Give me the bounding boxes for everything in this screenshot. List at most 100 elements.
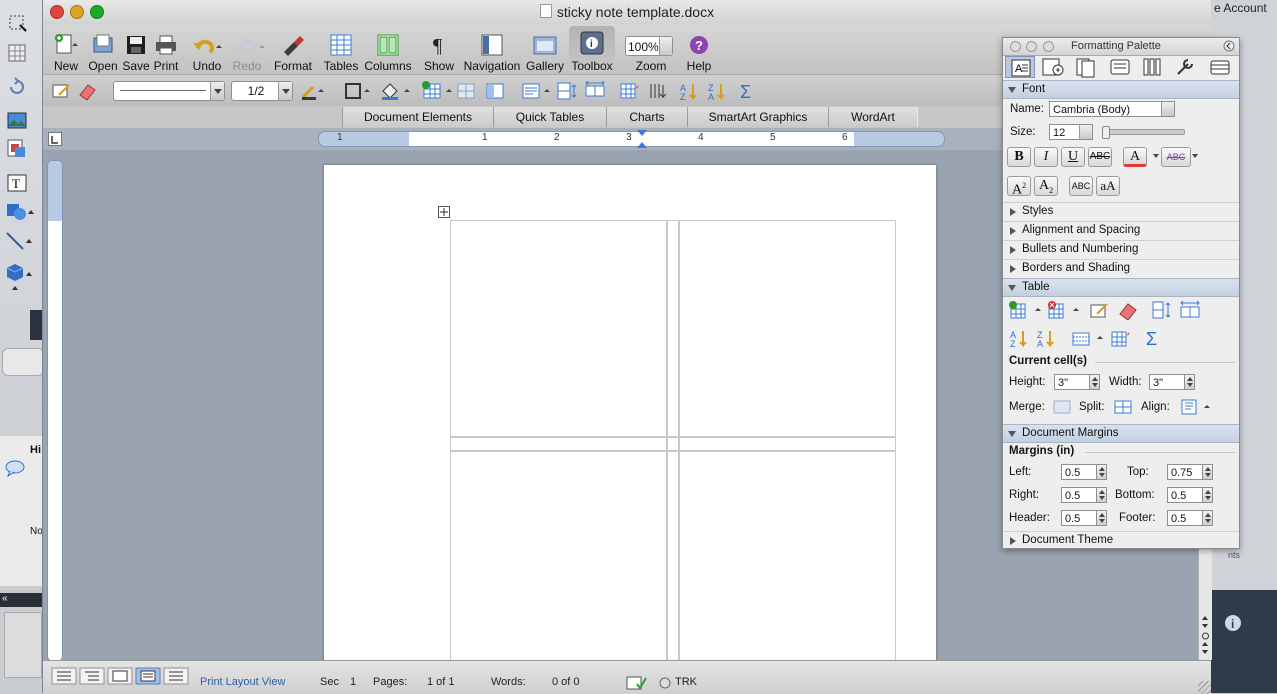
split-cells-icon[interactable] xyxy=(1114,400,1132,414)
palette-collapse-icon[interactable] xyxy=(1223,40,1235,52)
strikethrough-button[interactable]: ABC xyxy=(1088,147,1112,167)
autoformat-table-icon[interactable] xyxy=(618,81,640,101)
highlight-arrow[interactable] xyxy=(1192,154,1198,158)
text-direction-icon[interactable] xyxy=(647,81,669,101)
shapes-tool-icon[interactable] xyxy=(5,200,34,222)
tab-document-elements[interactable]: Document Elements xyxy=(342,107,494,127)
redo-button[interactable]: Redo xyxy=(229,28,265,73)
table-columns-icon[interactable] xyxy=(485,81,505,101)
delete-table-rows-icon[interactable] xyxy=(1047,300,1079,320)
shading-icon[interactable] xyxy=(379,81,413,101)
info-icon[interactable]: i xyxy=(1224,614,1242,632)
bullets-numbering-section-header[interactable]: Bullets and Numbering xyxy=(1003,240,1239,258)
gallery-button[interactable]: Gallery xyxy=(525,28,565,73)
pen-color-icon[interactable] xyxy=(299,81,329,101)
format-button[interactable]: Format xyxy=(273,28,313,73)
text-box-tool-icon[interactable]: T xyxy=(5,172,29,194)
distribute-rows-icon[interactable] xyxy=(555,81,577,101)
new-button[interactable]: New xyxy=(51,28,81,73)
insert-table-icon[interactable] xyxy=(421,81,455,101)
palette-tab-formatting[interactable]: A xyxy=(1005,56,1035,78)
cell-height-stepper[interactable] xyxy=(1089,374,1100,390)
vertical-ruler[interactable] xyxy=(47,160,63,662)
distribute-columns-palette-icon[interactable] xyxy=(1179,300,1201,320)
table-cell[interactable] xyxy=(678,450,896,668)
underline-button[interactable]: U xyxy=(1061,147,1085,167)
edit-icon[interactable] xyxy=(51,81,73,101)
document-margins-section-header[interactable]: Document Margins xyxy=(1003,424,1239,443)
subscript-button[interactable]: A2 xyxy=(1034,176,1058,196)
header-margin-stepper[interactable] xyxy=(1096,510,1107,526)
table-move-handle[interactable] xyxy=(438,206,450,218)
speech-bubble-icon[interactable] xyxy=(4,458,26,480)
font-size-slider[interactable] xyxy=(1102,126,1185,139)
erase-table-icon[interactable] xyxy=(1117,300,1139,320)
indent-marker[interactable] xyxy=(637,130,647,148)
palette-tab-compatibility[interactable] xyxy=(1171,56,1201,78)
eraser-icon[interactable] xyxy=(76,81,98,101)
table-section-header[interactable]: Table xyxy=(1003,278,1239,297)
font-size-field[interactable]: 12 xyxy=(1049,124,1093,140)
tab-stop-selector[interactable] xyxy=(48,132,62,146)
autosum-icon[interactable]: Σ xyxy=(737,81,757,101)
borders-shading-section-header[interactable]: Borders and Shading xyxy=(1003,259,1239,277)
italic-button[interactable]: I xyxy=(1034,147,1058,167)
bottom-margin-stepper[interactable] xyxy=(1202,487,1213,503)
spelling-check-icon[interactable] xyxy=(626,675,648,691)
selection-tool-icon[interactable] xyxy=(5,12,29,34)
all-caps-button[interactable]: aA xyxy=(1096,176,1120,196)
open-button[interactable]: Open xyxy=(88,28,118,73)
paragraph-align-icon[interactable] xyxy=(521,81,555,101)
distribute-columns-icon[interactable] xyxy=(584,81,606,101)
left-margin-field[interactable]: 0.5 xyxy=(1061,464,1099,480)
tab-quick-tables[interactable]: Quick Tables xyxy=(493,107,607,127)
collapse-bar[interactable]: « xyxy=(0,593,42,607)
print-button[interactable]: Print xyxy=(151,28,181,73)
help-button[interactable]: ? Help xyxy=(683,28,715,73)
horizontal-ruler[interactable]: 1 1 2 3 4 5 6 xyxy=(318,130,945,148)
account-menu-text[interactable]: e Account xyxy=(1214,1,1267,15)
tab-charts[interactable]: Charts xyxy=(606,107,688,127)
merge-cells-icon[interactable] xyxy=(1053,400,1071,414)
top-margin-stepper[interactable] xyxy=(1202,464,1213,480)
cell-height-field[interactable]: 3" xyxy=(1054,374,1092,390)
tab-wordart[interactable]: WordArt xyxy=(828,107,918,127)
font-color-arrow[interactable] xyxy=(1153,154,1159,158)
sort-descending-palette-icon[interactable]: ZA xyxy=(1036,328,1058,348)
zoom-dropdown-arrow[interactable] xyxy=(659,37,672,55)
bottom-margin-field[interactable]: 0.5 xyxy=(1167,487,1205,503)
table-cell[interactable] xyxy=(678,220,896,438)
palette-minimize-button[interactable] xyxy=(1026,41,1037,52)
styles-section-header[interactable]: Styles xyxy=(1003,202,1239,220)
left-margin-stepper[interactable] xyxy=(1096,464,1107,480)
table-properties-icon[interactable] xyxy=(1071,328,1103,348)
highlight-button[interactable]: ABC xyxy=(1161,147,1191,167)
cell-align-icon[interactable] xyxy=(1181,399,1213,415)
table-autoformat-palette-icon[interactable] xyxy=(1109,328,1131,348)
font-color-button[interactable]: A xyxy=(1123,147,1147,167)
table-cell[interactable] xyxy=(450,220,668,438)
font-section-header[interactable]: Font xyxy=(1003,80,1239,99)
columns-button[interactable]: Columns xyxy=(363,28,413,73)
line-style-arrow[interactable] xyxy=(210,82,224,100)
document-theme-section-header[interactable]: Document Theme xyxy=(1003,531,1239,549)
zoom-field[interactable]: 100% xyxy=(625,36,673,56)
undo-button[interactable]: Undo xyxy=(189,28,225,73)
font-name-arrow[interactable] xyxy=(1161,102,1174,116)
line-tool-icon[interactable] xyxy=(5,229,32,251)
line-weight-dropdown[interactable]: 1/2 xyxy=(231,81,293,101)
insert-table-rows-icon[interactable] xyxy=(1009,300,1041,320)
sort-ascending-icon[interactable]: AZ xyxy=(679,81,701,101)
bold-button[interactable]: B xyxy=(1007,147,1031,167)
palette-close-button[interactable] xyxy=(1010,41,1021,52)
font-size-slider-thumb[interactable] xyxy=(1102,126,1110,139)
borders-icon[interactable] xyxy=(343,81,373,101)
superscript-button[interactable]: A2 xyxy=(1007,176,1031,198)
palette-tab-scrapbook[interactable] xyxy=(1105,56,1135,78)
right-margin-field[interactable]: 0.5 xyxy=(1061,487,1099,503)
line-style-dropdown[interactable] xyxy=(113,81,225,101)
header-margin-field[interactable]: 0.5 xyxy=(1061,510,1099,526)
autosum-palette-icon[interactable]: Σ xyxy=(1143,328,1165,348)
zoom-control[interactable]: 100% Zoom xyxy=(625,28,677,73)
3d-shape-tool-icon[interactable] xyxy=(5,262,32,290)
